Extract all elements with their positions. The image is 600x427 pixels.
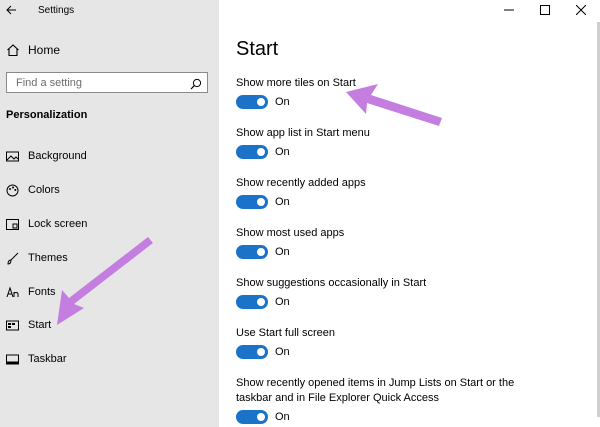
toggle-state: On bbox=[275, 196, 290, 208]
sidebar-item-label: Start bbox=[28, 319, 52, 331]
toggle-switch[interactable] bbox=[236, 295, 268, 309]
option-label: Show recently added apps bbox=[236, 177, 366, 189]
toggle-knob bbox=[257, 413, 265, 421]
option-label: Show app list in Start menu bbox=[236, 127, 370, 139]
maximize-button[interactable] bbox=[528, 0, 564, 22]
option-jump-lists: Show recently opened items in Jump Lists… bbox=[236, 376, 536, 424]
sidebar-item-label: Background bbox=[28, 150, 87, 162]
toggle-switch[interactable] bbox=[236, 95, 268, 109]
main-panel: Start Show more tiles on Start On Show a… bbox=[219, 0, 600, 427]
page-title: Start bbox=[236, 38, 279, 60]
option-label: Show recently opened items in Jump Lists… bbox=[236, 377, 515, 404]
minimize-button[interactable] bbox=[492, 0, 528, 22]
window-controls bbox=[490, 0, 600, 22]
option-full-screen: Use Start full screen On bbox=[236, 326, 596, 359]
sidebar-item-taskbar[interactable]: Taskbar bbox=[6, 351, 206, 369]
option-label: Use Start full screen bbox=[236, 327, 336, 339]
brush-icon bbox=[6, 252, 19, 265]
sidebar-item-label: Lock screen bbox=[28, 218, 88, 230]
maximize-icon bbox=[540, 5, 550, 15]
toggle-knob bbox=[257, 298, 265, 306]
section-title: Personalization bbox=[6, 109, 88, 121]
sidebar-item-start[interactable]: Start bbox=[6, 317, 206, 335]
sidebar-home[interactable]: Home bbox=[6, 42, 206, 60]
search-placeholder: Find a setting bbox=[16, 77, 83, 89]
window-title: Settings bbox=[38, 5, 75, 16]
toggle-knob bbox=[257, 348, 265, 356]
option-more-tiles: Show more tiles on Start On bbox=[236, 76, 596, 109]
minimize-icon bbox=[504, 9, 514, 11]
close-button[interactable] bbox=[564, 0, 600, 22]
picture-icon bbox=[6, 150, 19, 163]
toggle-state: On bbox=[275, 296, 290, 308]
option-recently-added: Show recently added apps On bbox=[236, 176, 596, 209]
palette-icon bbox=[6, 184, 19, 197]
close-icon bbox=[576, 5, 586, 15]
sidebar-item-fonts[interactable]: Fonts bbox=[6, 284, 206, 302]
toggle-knob bbox=[257, 148, 265, 156]
option-most-used: Show most used apps On bbox=[236, 226, 596, 259]
toggle-knob bbox=[257, 198, 265, 206]
sidebar-item-label: Colors bbox=[28, 184, 60, 196]
sidebar: Settings Home Find a setting Personaliza… bbox=[0, 0, 219, 427]
sidebar-item-label: Fonts bbox=[28, 286, 56, 298]
sidebar-item-label: Themes bbox=[28, 252, 68, 264]
taskbar-icon bbox=[6, 353, 19, 366]
fonts-icon bbox=[6, 286, 19, 299]
home-icon bbox=[6, 43, 20, 57]
sidebar-item-themes[interactable]: Themes bbox=[6, 250, 206, 268]
toggle-switch[interactable] bbox=[236, 345, 268, 359]
search-icon[interactable] bbox=[190, 77, 202, 90]
toggle-switch[interactable] bbox=[236, 145, 268, 159]
option-label: Show most used apps bbox=[236, 227, 345, 239]
option-label: Show suggestions occasionally in Start bbox=[236, 277, 427, 289]
toggle-switch[interactable] bbox=[236, 245, 268, 259]
toggle-knob bbox=[257, 98, 265, 106]
toggle-knob bbox=[257, 248, 265, 256]
sidebar-item-label: Taskbar bbox=[28, 353, 67, 365]
option-suggestions: Show suggestions occasionally in Start O… bbox=[236, 276, 596, 309]
sidebar-item-background[interactable]: Background bbox=[6, 148, 206, 166]
search-input[interactable]: Find a setting bbox=[6, 72, 208, 93]
sidebar-item-colors[interactable]: Colors bbox=[6, 182, 206, 200]
back-arrow-icon[interactable] bbox=[4, 3, 18, 17]
lock-screen-icon bbox=[6, 218, 19, 231]
home-label: Home bbox=[28, 43, 61, 57]
titlebar-left: Settings bbox=[0, 0, 219, 22]
toggle-state: On bbox=[275, 411, 290, 423]
start-menu-icon bbox=[6, 319, 19, 332]
toggle-state: On bbox=[275, 96, 290, 108]
option-app-list: Show app list in Start menu On bbox=[236, 126, 596, 159]
option-label: Show more tiles on Start bbox=[236, 77, 356, 89]
sidebar-item-lock-screen[interactable]: Lock screen bbox=[6, 216, 206, 234]
toggle-switch[interactable] bbox=[236, 410, 268, 424]
toggle-state: On bbox=[275, 346, 290, 358]
toggle-state: On bbox=[275, 246, 290, 258]
toggle-state: On bbox=[275, 146, 290, 158]
toggle-switch[interactable] bbox=[236, 195, 268, 209]
